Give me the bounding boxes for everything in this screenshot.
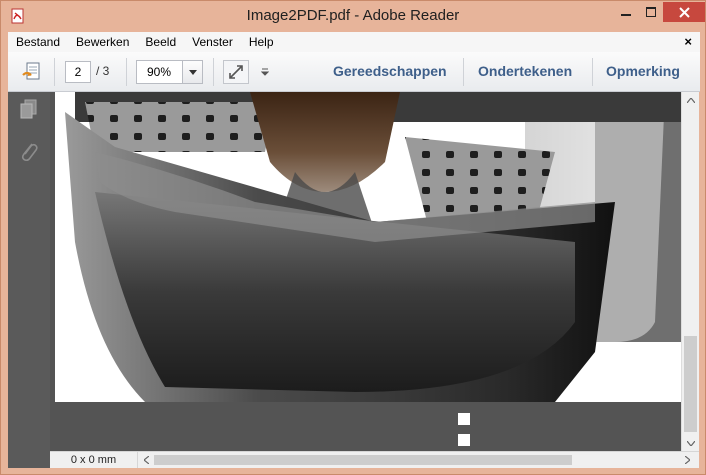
chevron-left-icon bbox=[143, 456, 149, 464]
scroll-left-button[interactable] bbox=[140, 452, 152, 468]
toolbar-separator bbox=[213, 58, 214, 86]
minimize-button[interactable] bbox=[613, 2, 639, 22]
menu-help[interactable]: Help bbox=[241, 35, 282, 49]
maximize-icon bbox=[646, 7, 656, 17]
toolbar-separator bbox=[463, 58, 464, 86]
page-thumbnail-marker bbox=[458, 434, 470, 446]
pages-icon[interactable] bbox=[19, 98, 39, 122]
zoom-dropdown-button[interactable] bbox=[182, 60, 203, 84]
horizontal-scroll-thumb[interactable] bbox=[154, 455, 572, 465]
app-window: Image2PDF.pdf - Adobe Reader Bestand Bew… bbox=[0, 0, 706, 475]
toolbar-separator bbox=[592, 58, 593, 86]
scroll-down-button[interactable] bbox=[682, 435, 700, 451]
attachment-icon[interactable] bbox=[19, 140, 39, 164]
window-title: Image2PDF.pdf - Adobe Reader bbox=[246, 7, 460, 24]
scroll-up-button[interactable] bbox=[682, 92, 700, 108]
menu-bar: Bestand Bewerken Beeld Venster Help × bbox=[8, 32, 700, 52]
status-bar: 0 x 0 mm bbox=[50, 451, 699, 468]
chevron-up-icon bbox=[687, 97, 695, 103]
tools-link[interactable]: Gereedschappen bbox=[333, 63, 447, 79]
chevron-down-icon bbox=[188, 69, 197, 75]
maximize-button[interactable] bbox=[639, 2, 663, 22]
close-icon bbox=[678, 6, 690, 18]
document-close-button[interactable]: × bbox=[684, 34, 692, 49]
title-bar[interactable]: Image2PDF.pdf - Adobe Reader bbox=[1, 1, 705, 31]
menu-bewerken[interactable]: Bewerken bbox=[68, 35, 137, 49]
minimize-icon bbox=[621, 14, 631, 16]
page-number-input[interactable]: 2 bbox=[65, 61, 91, 83]
create-pdf-icon bbox=[22, 62, 40, 80]
page-total: / 3 bbox=[96, 64, 110, 78]
navigation-pane bbox=[8, 92, 50, 468]
zoom-input[interactable]: 90% bbox=[136, 60, 182, 84]
coffee-machine-image bbox=[65, 92, 681, 402]
menu-bestand[interactable]: Bestand bbox=[8, 35, 68, 49]
vertical-scrollbar[interactable] bbox=[681, 92, 699, 451]
page-thumbnail-marker bbox=[458, 413, 470, 425]
page-dimensions: 0 x 0 mm bbox=[50, 452, 138, 468]
fit-page-button[interactable] bbox=[223, 60, 249, 84]
comment-link[interactable]: Opmerking bbox=[606, 63, 680, 79]
create-pdf-button[interactable] bbox=[20, 60, 44, 84]
sign-link[interactable]: Ondertekenen bbox=[478, 63, 572, 79]
vertical-scroll-thumb[interactable] bbox=[684, 336, 697, 432]
menu-beeld[interactable]: Beeld bbox=[137, 35, 184, 49]
chevron-down-icon bbox=[261, 68, 269, 76]
menu-venster[interactable]: Venster bbox=[184, 35, 241, 49]
chevron-right-icon bbox=[684, 456, 690, 464]
toolbar-options-button[interactable] bbox=[258, 64, 272, 80]
chevron-down-icon bbox=[687, 440, 695, 446]
toolbar: 2 / 3 90% Gereedschappen Ondertekenen Op… bbox=[8, 52, 700, 92]
scroll-right-button[interactable] bbox=[680, 452, 694, 468]
close-button[interactable] bbox=[663, 2, 705, 22]
toolbar-separator bbox=[126, 58, 127, 86]
document-view[interactable] bbox=[50, 92, 681, 451]
pdf-page bbox=[55, 92, 681, 402]
expand-icon bbox=[229, 65, 243, 79]
toolbar-separator bbox=[54, 58, 55, 86]
